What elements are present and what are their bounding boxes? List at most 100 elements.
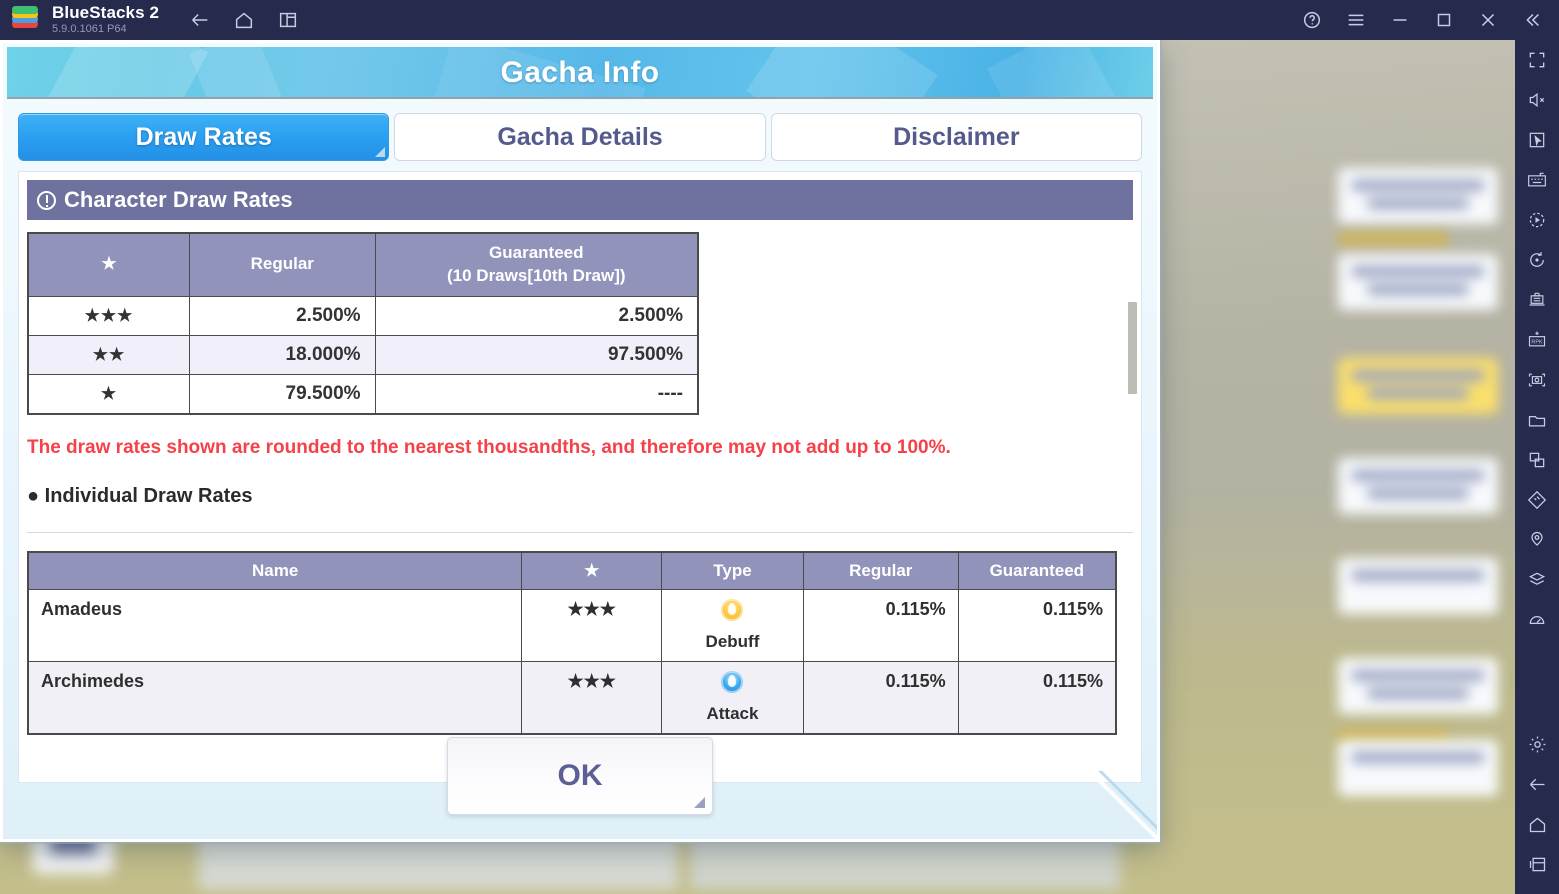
table-row: ★★★ 2.500% 2.500%: [27, 295, 699, 336]
titlebar-nav-group: [181, 1, 307, 39]
col-type: Type: [661, 551, 804, 590]
performance-icon[interactable]: [1515, 600, 1559, 640]
app-version: 5.9.0.1061 P64: [52, 23, 127, 36]
bluestacks-logo-icon: [12, 6, 38, 33]
rotate-icon[interactable]: [1515, 240, 1559, 280]
menu-icon[interactable]: [1337, 1, 1375, 39]
divider: [27, 531, 1133, 533]
shake-icon[interactable]: [1515, 480, 1559, 520]
home-icon[interactable]: [225, 1, 263, 39]
tab-gacha-details[interactable]: Gacha Details: [394, 113, 766, 161]
location-icon[interactable]: [1515, 520, 1559, 560]
col-guaranteed: Guaranteed (10 Draws[10th Draw]): [374, 232, 699, 297]
cell-type-label: Debuff: [705, 631, 760, 651]
install-apk-icon[interactable]: RPK: [1515, 320, 1559, 360]
bluestacks-sidebar: RPK: [1515, 40, 1559, 894]
tab-disclaimer[interactable]: Disclaimer: [770, 113, 1142, 161]
bg-menu-item-featured-gacha: [1338, 358, 1498, 414]
minimize-icon[interactable]: [1381, 1, 1419, 39]
table-row: Archimedes ★★★ Attack 0.115% 0.115%: [27, 660, 1117, 735]
settings-gear-icon[interactable]: [1515, 724, 1559, 764]
bg-menu-item-featured-1000: [1338, 458, 1498, 514]
app-name: BlueStacks 2: [52, 3, 160, 23]
collapse-icon[interactable]: [1513, 1, 1551, 39]
cell-type-label: Attack: [706, 703, 759, 723]
dialog-tabs: Draw Rates Gacha Details Disclaimer: [7, 99, 1153, 161]
cell-name: Amadeus: [27, 588, 523, 662]
home-icon[interactable]: [1515, 804, 1559, 844]
table-row: ★ 79.500% ----: [27, 373, 699, 415]
recents-icon[interactable]: [1515, 844, 1559, 884]
screenshot-icon[interactable]: [1515, 360, 1559, 400]
cell-name: Archimedes: [27, 660, 523, 735]
bg-gold-bar-1: [1338, 232, 1448, 246]
cell-stars: ★★★: [521, 588, 663, 662]
col-name: Name: [27, 551, 523, 590]
cell-type: Debuff: [661, 588, 804, 662]
col-guaranteed-line1: Guaranteed: [489, 243, 584, 262]
col-star: ★: [27, 232, 190, 297]
mute-icon[interactable]: [1515, 80, 1559, 120]
cell-stars: ★★★: [27, 295, 190, 336]
cell-guaranteed: 97.500%: [374, 334, 699, 375]
cell-guaranteed: 2.500%: [374, 295, 699, 336]
maximize-icon[interactable]: [1425, 1, 1463, 39]
table-row: Amadeus ★★★ Debuff 0.115% 0.115%: [27, 588, 1117, 662]
multi-instance-icon[interactable]: [269, 1, 307, 39]
keyboard-controls-icon[interactable]: [1515, 160, 1559, 200]
app-title-block: BlueStacks 2 5.9.0.1061 P64: [52, 4, 159, 35]
cell-stars: ★★★: [521, 660, 663, 735]
bg-menu-item-rare-gacha: [1338, 558, 1498, 614]
draw-rates-table: ★ Regular Guaranteed (10 Draws[10th Draw…: [27, 232, 699, 415]
layers-icon[interactable]: [1515, 560, 1559, 600]
bluestacks-titlebar: BlueStacks 2 5.9.0.1061 P64: [0, 0, 1559, 40]
bg-menu-item-balloon-gacha: [1338, 168, 1498, 224]
col-regular: Regular: [802, 551, 959, 590]
titlebar-window-controls: [1293, 1, 1551, 39]
draw-rates-content: Character Draw Rates ★ Regular Guarantee…: [18, 171, 1142, 783]
gacha-info-dialog: Gacha Info Draw Rates Gacha Details Disc…: [0, 40, 1160, 842]
col-guaranteed-line2: (10 Draws[10th Draw]): [447, 265, 626, 285]
cell-type: Attack: [661, 660, 804, 735]
cell-guaranteed: 0.115%: [957, 588, 1117, 662]
individual-draw-rates-heading: ● Individual Draw Rates: [27, 484, 253, 507]
info-exclamation-icon: [37, 190, 56, 210]
cell-regular: 79.500%: [188, 373, 376, 415]
cell-guaranteed: 0.115%: [957, 660, 1117, 735]
macro-record-icon[interactable]: [1515, 200, 1559, 240]
emulator-viewport: Gacha Info Draw Rates Gacha Details Disc…: [0, 40, 1515, 894]
cursor-control-icon[interactable]: [1515, 120, 1559, 160]
bg-menu-item-rare-1000-gacha: [1338, 658, 1498, 714]
cell-regular: 2.500%: [188, 295, 376, 336]
individual-draw-rates-table: Name ★ Type Regular Guaranteed Amadeus ★…: [27, 550, 1117, 735]
dialog-title: Gacha Info: [500, 56, 660, 89]
atm-shake-icon[interactable]: [1515, 280, 1559, 320]
media-manager-icon[interactable]: [1515, 400, 1559, 440]
back-arrow-icon[interactable]: [1515, 764, 1559, 804]
col-star: ★: [521, 551, 663, 590]
debuff-badge-icon: [721, 598, 744, 621]
close-icon[interactable]: [1469, 1, 1507, 39]
ok-button[interactable]: OK: [447, 737, 713, 815]
bg-menu-item-normal: [1338, 740, 1498, 796]
rounding-note: The draw rates shown are rounded to the …: [27, 436, 951, 458]
help-icon[interactable]: [1293, 1, 1331, 39]
cell-regular: 18.000%: [188, 334, 376, 375]
fullscreen-icon[interactable]: [1515, 40, 1559, 80]
character-draw-rates-header: Character Draw Rates: [27, 180, 1133, 220]
dialog-titlebar: Gacha Info: [7, 47, 1153, 99]
bg-menu-item-balloon-1000: [1338, 254, 1498, 310]
tab-draw-rates[interactable]: Draw Rates: [18, 113, 390, 161]
back-arrow-icon[interactable]: [181, 1, 219, 39]
table-row: ★★ 18.000% 97.500%: [27, 334, 699, 375]
cell-regular: 0.115%: [802, 588, 959, 662]
cell-guaranteed: ----: [374, 373, 699, 415]
cell-stars: ★: [27, 373, 190, 415]
content-scrollbar-thumb[interactable]: [1128, 302, 1137, 394]
cell-regular: 0.115%: [802, 660, 959, 735]
multi-instance-sync-icon[interactable]: [1515, 440, 1559, 480]
col-guaranteed: Guaranteed: [957, 551, 1117, 590]
content-scrollbar-track[interactable]: [1128, 174, 1139, 780]
svg-text:RPK: RPK: [1531, 340, 1543, 346]
attack-badge-icon: [721, 670, 744, 693]
